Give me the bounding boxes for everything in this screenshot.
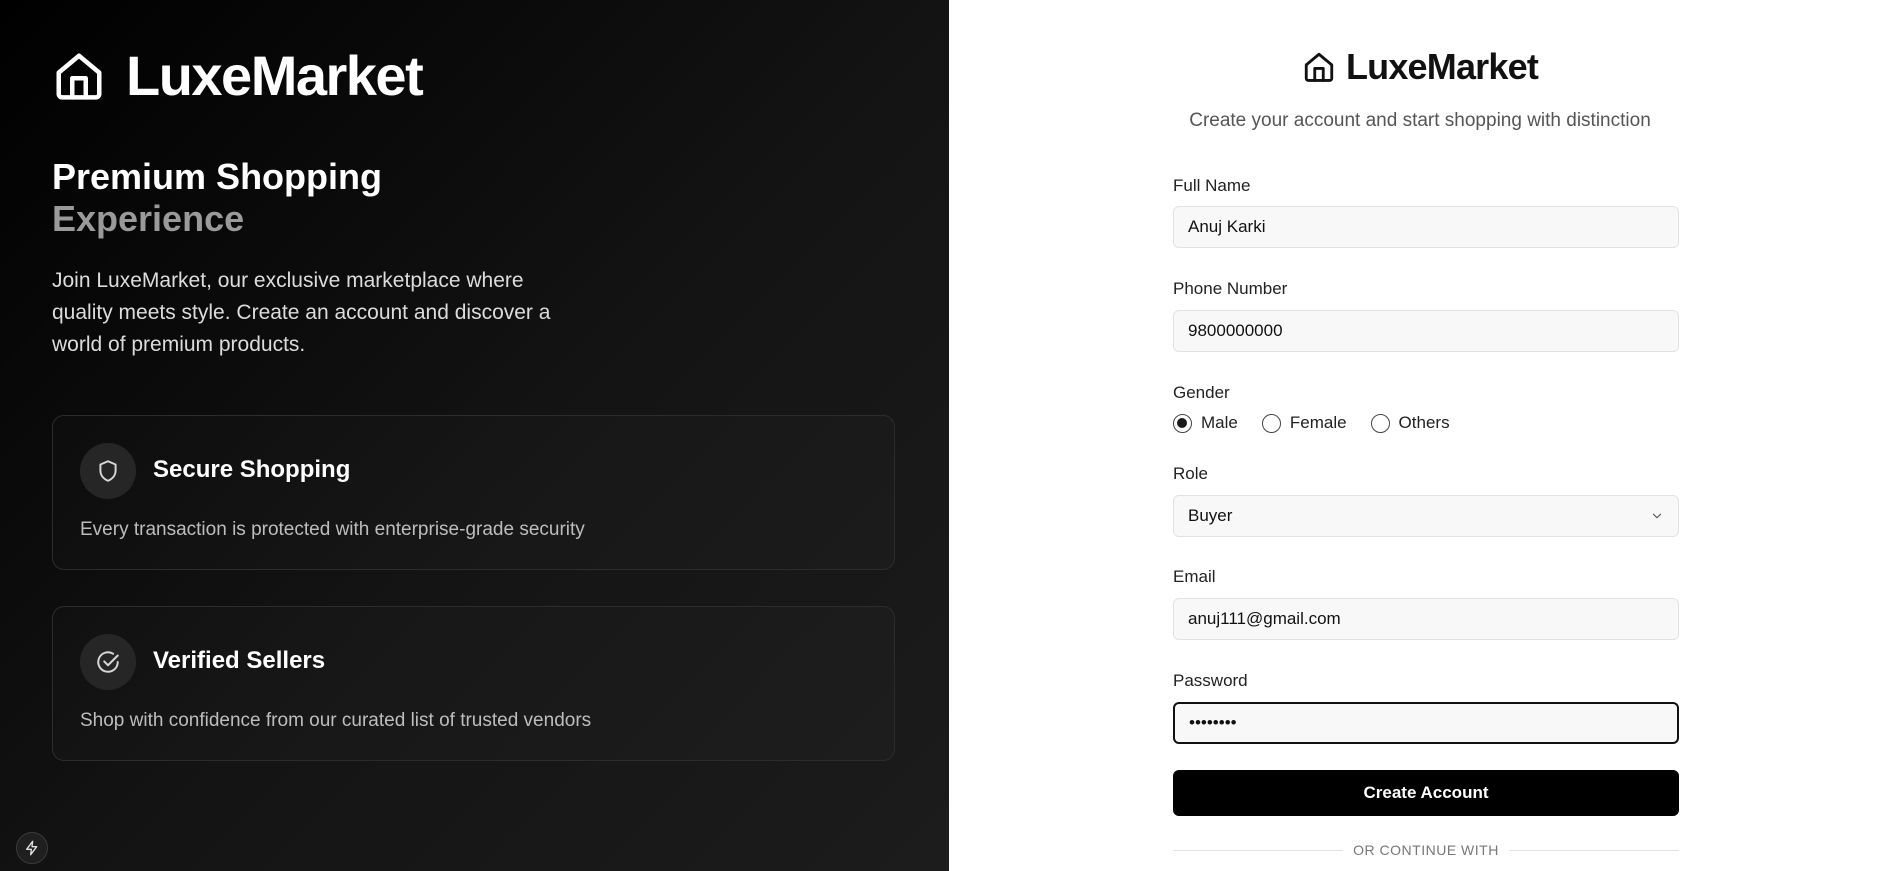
radio-label: Male: [1201, 413, 1238, 432]
feature-title: Verified Sellers: [153, 647, 326, 674]
phone-input[interactable]: 9800000000: [1173, 310, 1679, 352]
feature-card-verified: Verified Sellers Shop with confidence fr…: [52, 606, 895, 761]
chevron-down-icon: [1652, 513, 1662, 519]
full-name-label: Full Name: [1173, 176, 1251, 195]
form-brand-logo[interactable]: LuxeMarket: [949, 46, 1891, 88]
radio-button[interactable]: [1370, 413, 1390, 433]
create-account-button[interactable]: Create Account: [1173, 770, 1679, 816]
home-icon: [1304, 52, 1334, 82]
gender-label: Gender: [1173, 383, 1230, 402]
gender-option-female[interactable]: Female: [1261, 413, 1347, 433]
radio-label: Others: [1398, 413, 1450, 432]
check-circle-icon: [80, 634, 136, 690]
email-label: Email: [1173, 567, 1216, 586]
hero-panel: LuxeMarket Premium Shopping Experience J…: [0, 0, 949, 871]
brand-name: LuxeMarket: [1345, 46, 1539, 87]
divider-line: [1508, 849, 1679, 851]
home-icon: [56, 53, 102, 100]
hero-intro: Join LuxeMarket, our exclusive marketpla…: [52, 269, 551, 356]
feature-title: Secure Shopping: [153, 456, 351, 483]
headline-secondary: Experience: [52, 198, 245, 239]
social-divider: OR CONTINUE WITH: [1173, 842, 1679, 858]
lightning-icon[interactable]: [16, 832, 48, 864]
role-select[interactable]: Buyer: [1173, 495, 1679, 537]
divider-text: OR CONTINUE WITH: [1353, 842, 1499, 858]
radio-button[interactable]: [1173, 413, 1192, 433]
role-label: Role: [1173, 464, 1208, 483]
email-input[interactable]: anuj111@gmail.com: [1173, 598, 1679, 640]
phone-label: Phone Number: [1173, 279, 1288, 298]
role-select-value: Buyer: [1188, 506, 1233, 525]
gender-option-male[interactable]: Male: [1173, 413, 1238, 433]
form-subtitle: Create your account and start shopping w…: [1189, 110, 1651, 131]
brand-name: LuxeMarket: [126, 44, 424, 107]
feature-description: Every transaction is protected with ente…: [80, 519, 585, 540]
password-input[interactable]: ••••••••: [1173, 702, 1679, 744]
shield-icon: [80, 443, 136, 499]
radio-button[interactable]: [1261, 413, 1281, 433]
gender-option-others[interactable]: Others: [1370, 413, 1450, 433]
signup-panel: LuxeMarket Create your account and start…: [949, 0, 1891, 871]
headline-primary: Premium Shopping: [52, 156, 383, 197]
feature-card-secure: Secure Shopping Every transaction is pro…: [52, 415, 895, 570]
gender-radio-group: Male Female Others: [1173, 413, 1450, 433]
brand-logo[interactable]: LuxeMarket: [52, 44, 424, 107]
radio-label: Female: [1289, 413, 1347, 432]
full-name-input[interactable]: Anuj Karki: [1173, 206, 1679, 248]
password-label: Password: [1173, 671, 1248, 690]
divider-line: [1173, 849, 1344, 851]
hero-headline: Premium Shopping Experience: [52, 156, 382, 240]
feature-description: Shop with confidence from our curated li…: [80, 710, 592, 731]
